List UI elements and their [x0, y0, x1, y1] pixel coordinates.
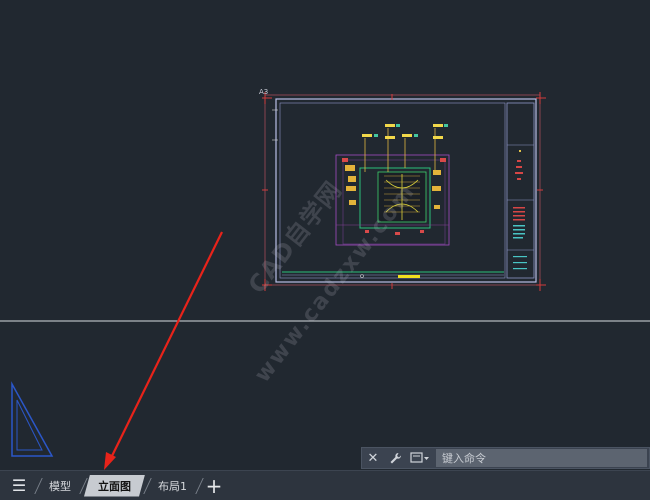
layout-tab-bar: ☰ 模型 立面图 布局1 + — [0, 470, 650, 500]
command-history-icon[interactable] — [406, 448, 434, 468]
close-icon[interactable]: ✕ — [362, 448, 384, 468]
drawing-canvas[interactable]: A3 CAD自学网 www.cadzxw.com ✕ 键入命令 — [0, 0, 650, 470]
drawing-viewport[interactable]: A3 — [0, 0, 650, 470]
drawing-sheet[interactable]: A3 — [259, 88, 546, 291]
add-layout-icon[interactable]: + — [200, 474, 228, 498]
wrench-icon[interactable] — [384, 448, 406, 468]
tab-layout1[interactable]: 布局1 — [148, 475, 197, 497]
tab-model[interactable]: 模型 — [39, 475, 81, 497]
ucs-icon — [11, 381, 54, 457]
command-line-bar: ✕ — [361, 447, 650, 469]
sheet-size-label: A3 — [259, 88, 268, 96]
red-arrow-annotation — [104, 231, 223, 470]
tab-elevation[interactable]: 立面图 — [84, 475, 145, 497]
hamburger-menu-icon[interactable]: ☰ — [0, 472, 38, 500]
command-input[interactable] — [436, 449, 647, 467]
